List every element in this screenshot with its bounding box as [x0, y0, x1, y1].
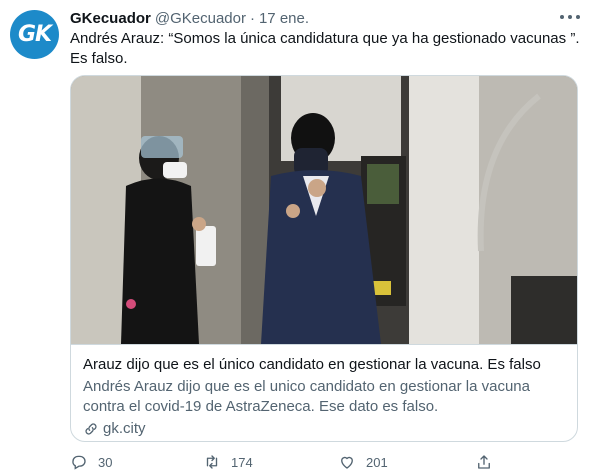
link-card[interactable]: Arauz dijo que es el único candidato en …: [70, 75, 578, 442]
author-name[interactable]: GKecuador: [70, 10, 151, 27]
reply-count: 30: [98, 454, 113, 470]
share-button[interactable]: [475, 452, 503, 472]
card-description: Andrés Arauz dijo que es el unico candid…: [83, 378, 530, 415]
avatar[interactable]: GK: [10, 10, 59, 59]
card-domain[interactable]: gk.city: [83, 419, 567, 439]
like-icon: [341, 456, 353, 469]
retweet-count: 174: [231, 454, 253, 470]
separator-dot: ·: [249, 9, 255, 27]
share-icon: [478, 455, 490, 469]
card-body[interactable]: Arauz dijo que es el único candidato en …: [71, 344, 577, 441]
retweet-button[interactable]: 174: [203, 452, 253, 472]
reply-icon: [72, 455, 86, 470]
tweet-actions: 30 174 201: [70, 452, 500, 472]
author-handle[interactable]: @GKecuador: [155, 10, 246, 27]
tweet-text: Andrés Arauz: “Somos la única candidatur…: [70, 30, 580, 67]
card-domain-text[interactable]: gk.city: [103, 419, 146, 439]
avatar-logo-text: GK: [17, 22, 52, 47]
retweet-icon: [206, 455, 218, 469]
tweet[interactable]: GK GKecuador @GKecuador · 17 ene. Andrés…: [0, 0, 590, 476]
link-icon: [85, 423, 97, 435]
tweet-header: GKecuador @GKecuador · 17 ene.: [70, 8, 309, 28]
like-button[interactable]: 201: [338, 452, 388, 472]
like-count: 201: [366, 454, 388, 470]
tweet-date[interactable]: 17 ene.: [259, 10, 309, 27]
card-title[interactable]: Arauz dijo que es el único candidato en …: [83, 355, 567, 375]
more-icon[interactable]: [560, 10, 580, 24]
reply-button[interactable]: 30: [70, 452, 112, 472]
card-image[interactable]: [71, 76, 577, 344]
